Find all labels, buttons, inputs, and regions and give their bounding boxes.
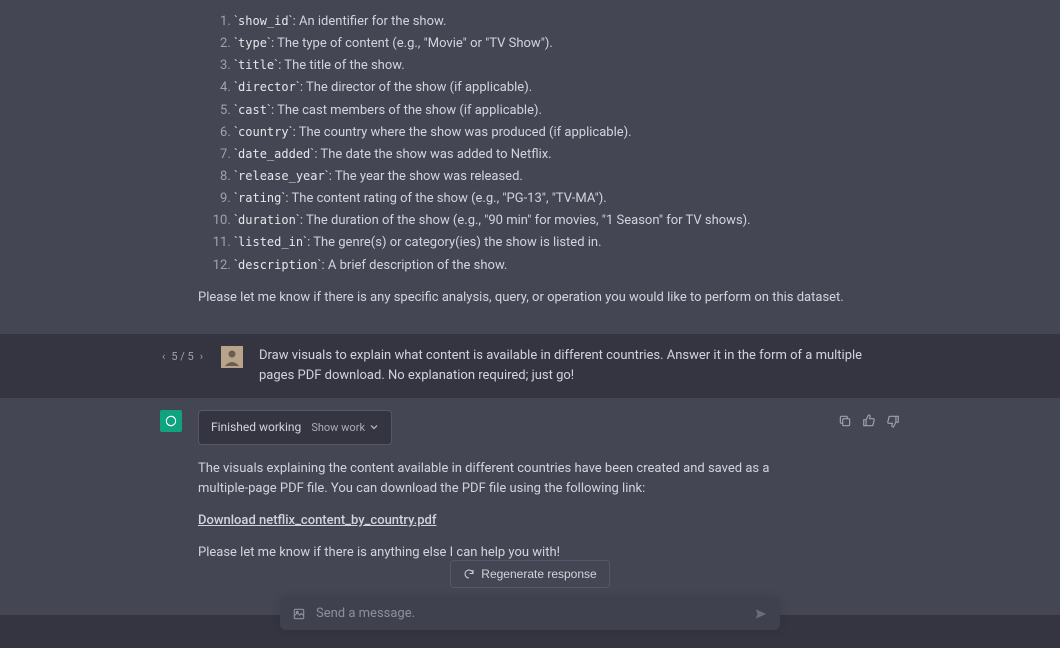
user-avatar (221, 346, 243, 368)
field-item: `rating`: The content rating of the show… (234, 189, 900, 209)
message-input[interactable]: Send a message. (280, 597, 780, 630)
field-item: `listed_in`: The genre(s) or category(ie… (234, 233, 900, 253)
copy-icon[interactable] (838, 414, 852, 563)
attachment-icon[interactable] (292, 607, 306, 621)
field-item: `show_id`: An identifier for the show. (234, 12, 900, 32)
message-nav: ‹ 5 / 5 › (160, 346, 205, 363)
assistant-avatar (160, 410, 182, 432)
field-item: `release_year`: The year the show was re… (234, 167, 900, 187)
regenerate-icon (463, 568, 475, 580)
user-message: ‹ 5 / 5 › Draw visuals to explain what c… (0, 334, 1060, 398)
status-text: Finished working (211, 418, 301, 437)
response-paragraph-1: The visuals explaining the content avail… (198, 459, 822, 499)
chevron-down-icon (369, 422, 379, 432)
field-item: `type`: The type of content (e.g., "Movi… (234, 34, 900, 54)
regenerate-button[interactable]: Regenerate response (450, 560, 609, 588)
field-item: `duration`: The duration of the show (e.… (234, 211, 900, 231)
download-link[interactable]: Download netflix_content_by_country.pdf (198, 513, 436, 528)
thumbs-down-icon[interactable] (886, 414, 900, 563)
input-placeholder: Send a message. (316, 606, 415, 621)
working-status-chip: Finished working Show work (198, 410, 392, 445)
nav-prev[interactable]: ‹ (160, 350, 167, 363)
nav-next[interactable]: › (198, 350, 205, 363)
field-item: `country`: The country where the show wa… (234, 123, 900, 143)
field-item: `title`: The title of the show. (234, 56, 900, 76)
field-item: `director`: The director of the show (if… (234, 78, 900, 98)
assistant-message-fields: `show_id`: An identifier for the show.`t… (0, 0, 1060, 334)
user-prompt-text: Draw visuals to explain what content is … (259, 346, 900, 386)
send-icon[interactable] (754, 607, 768, 621)
show-work-toggle[interactable]: Show work (311, 419, 379, 436)
field-list: `show_id`: An identifier for the show.`t… (198, 12, 900, 276)
field-item: `description`: A brief description of th… (234, 256, 900, 276)
thumbs-up-icon[interactable] (862, 414, 876, 563)
message-actions (838, 410, 900, 563)
follow-up-text: Please let me know if there is any speci… (198, 288, 900, 308)
field-item: `date_added`: The date the show was adde… (234, 145, 900, 165)
nav-page-indicator: 5 / 5 (171, 350, 193, 363)
field-item: `cast`: The cast members of the show (if… (234, 101, 900, 121)
